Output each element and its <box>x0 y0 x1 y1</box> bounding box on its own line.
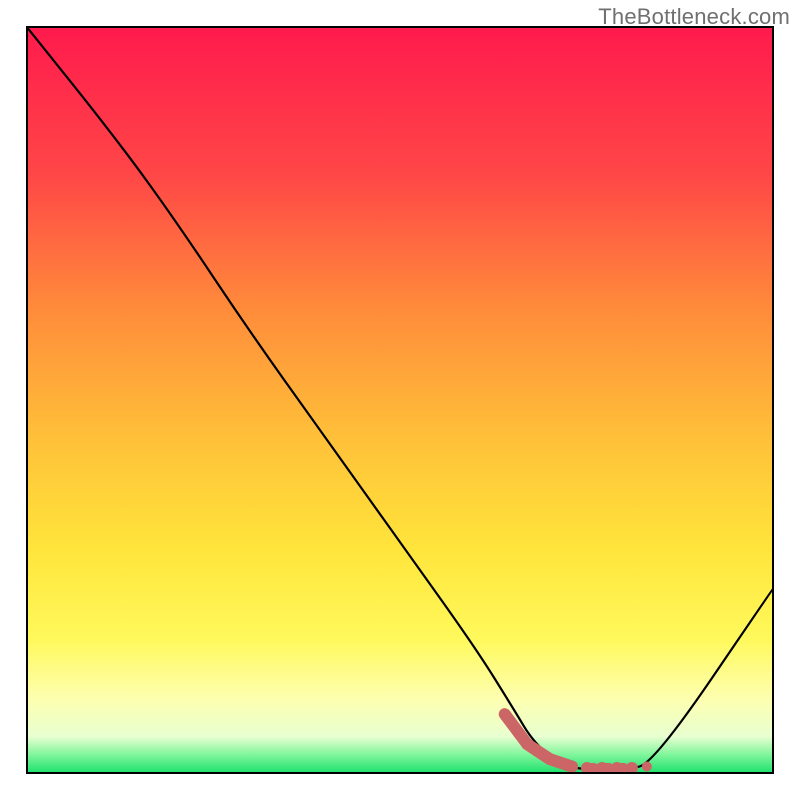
chart-series-layer <box>26 26 774 774</box>
optimal-band-markers <box>505 714 652 774</box>
chart-plot-area <box>26 26 774 774</box>
bottleneck-curve-path <box>26 26 774 770</box>
watermark-text: TheBottleneck.com <box>598 4 790 30</box>
